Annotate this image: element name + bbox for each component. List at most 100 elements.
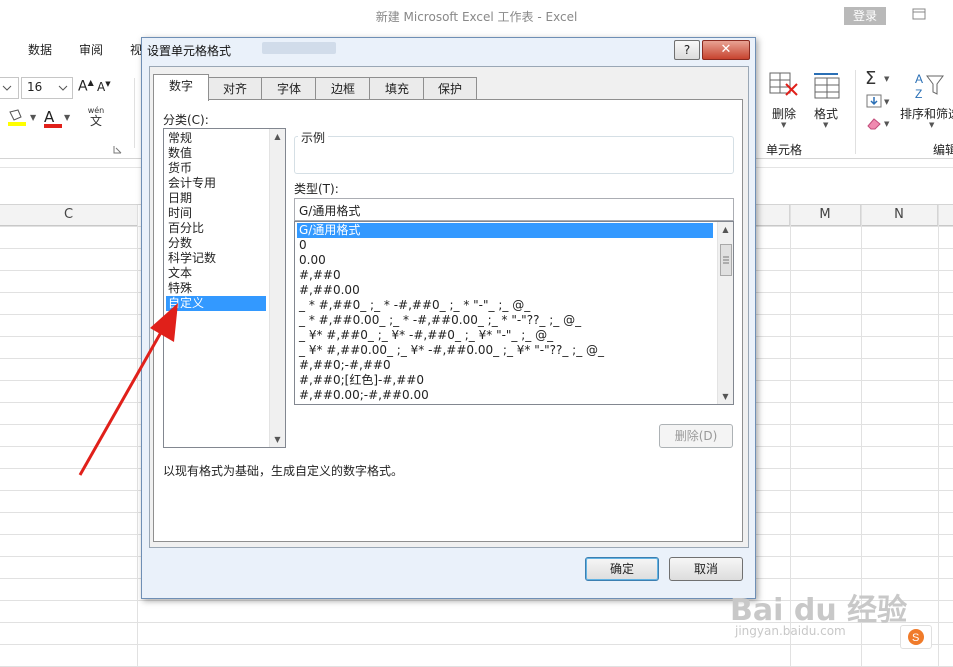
- svg-text:S: S: [912, 632, 919, 644]
- column-m-label: M: [819, 207, 831, 222]
- format-item[interactable]: G/通用格式: [297, 223, 713, 238]
- ime-icon[interactable]: S: [900, 625, 932, 649]
- category-item[interactable]: 分数: [166, 236, 266, 251]
- delete-format-button[interactable]: 删除(D): [659, 424, 733, 448]
- window-title: 新建 Microsoft Excel 工作表 - Excel: [375, 10, 578, 24]
- help-button[interactable]: ?: [674, 40, 700, 60]
- category-item[interactable]: 文本: [166, 266, 266, 281]
- category-item[interactable]: 会计专用: [166, 176, 266, 191]
- format-item[interactable]: 0.00: [297, 253, 713, 268]
- category-item[interactable]: 百分比: [166, 221, 266, 236]
- shrink-font-letter: A: [97, 80, 106, 94]
- edit-group-label: 编辑: [933, 143, 953, 157]
- sort-filter-label[interactable]: 排序和筛选: [900, 105, 953, 122]
- tab-alignment[interactable]: 对齐: [207, 77, 263, 100]
- column-header-n[interactable]: N: [861, 205, 938, 226]
- row-gridline: [0, 644, 953, 645]
- category-item[interactable]: 科学记数: [166, 251, 266, 266]
- format-list[interactable]: G/通用格式 0 0.00 #,##0 #,##0.00 _ * #,##0_ ;_ * …: [294, 221, 734, 405]
- ribbon-separator: [855, 70, 856, 154]
- font-name-dropdown[interactable]: [0, 77, 19, 99]
- tab-font[interactable]: 字体: [261, 77, 317, 100]
- format-item[interactable]: #,##0.00;-#,##0.00: [297, 388, 713, 403]
- sample-label: 示例: [298, 129, 329, 146]
- watermark-logo: Bai du 经验: [730, 593, 908, 628]
- column-header-l[interactable]: [756, 205, 790, 226]
- font-size-dropdown[interactable]: 16: [21, 77, 73, 99]
- format-scrollbar[interactable]: ▲ ▼: [717, 222, 733, 404]
- column-header-m[interactable]: M: [790, 205, 861, 226]
- category-item[interactable]: 货币: [166, 161, 266, 176]
- delete-cells-label[interactable]: 删除: [772, 105, 796, 122]
- clear-eraser-icon[interactable]: [866, 116, 882, 130]
- category-scrollbar[interactable]: ▲ ▼: [269, 129, 285, 447]
- svg-text:A: A: [915, 72, 923, 86]
- font-dialog-launcher-icon[interactable]: [113, 143, 122, 154]
- close-icon[interactable]: ✕: [702, 40, 750, 60]
- type-input[interactable]: G/通用格式: [294, 198, 734, 221]
- sort-filter-icon[interactable]: AZ: [912, 70, 946, 102]
- column-gridline: [137, 205, 138, 667]
- scroll-down-icon[interactable]: ▼: [270, 435, 285, 444]
- category-list[interactable]: 常规 数值 货币 会计专用 日期 时间 百分比 分数 科学记数 文本 特殊 自定义 ▲ ▼: [163, 128, 286, 448]
- category-item[interactable]: 日期: [166, 191, 266, 206]
- format-item[interactable]: _ * #,##0_ ;_ * -#,##0_ ;_ * "-"_ ;_ @_: [297, 298, 713, 313]
- scroll-up-icon[interactable]: ▲: [718, 225, 733, 234]
- phonetic-char: 文: [89, 114, 102, 128]
- column-gridline: [938, 205, 939, 667]
- ribbon-display-options-icon[interactable]: [912, 8, 926, 20]
- category-item[interactable]: 数值: [166, 146, 266, 161]
- format-item[interactable]: #,##0: [297, 268, 713, 283]
- tab-review[interactable]: 审阅: [79, 41, 103, 58]
- delete-cells-dropdown-icon[interactable]: ▼: [781, 121, 786, 129]
- description-text: 以现有格式为基础，生成自定义的数字格式。: [163, 464, 404, 478]
- category-item[interactable]: 常规: [166, 131, 266, 146]
- format-scroll-thumb[interactable]: [720, 244, 732, 276]
- format-item[interactable]: _ ¥* #,##0.00_ ;_ ¥* -#,##0.00_ ;_ ¥* "-…: [297, 343, 713, 358]
- scroll-up-icon[interactable]: ▲: [270, 132, 285, 141]
- fill-color-dropdown-icon[interactable]: ▼: [30, 113, 36, 122]
- cancel-button[interactable]: 取消: [669, 557, 743, 581]
- sort-filter-dropdown-icon[interactable]: ▼: [929, 121, 934, 129]
- tab-number[interactable]: 数字: [153, 74, 209, 101]
- column-header-c[interactable]: C: [0, 205, 138, 226]
- type-label: 类型(T):: [294, 182, 339, 196]
- login-button[interactable]: 登录: [844, 7, 886, 25]
- format-cells-dropdown-icon[interactable]: ▼: [823, 121, 828, 129]
- format-item[interactable]: _ * #,##0.00_ ;_ * -#,##0.00_ ;_ * "-"??…: [297, 313, 713, 328]
- format-cells-icon[interactable]: [811, 71, 843, 103]
- clear-dropdown-icon[interactable]: ▼: [884, 120, 889, 128]
- format-item[interactable]: #,##0;[红色]-#,##0: [297, 373, 713, 388]
- format-cells-label[interactable]: 格式: [814, 105, 838, 122]
- tab-protection[interactable]: 保护: [423, 77, 477, 100]
- type-input-value: G/通用格式: [299, 204, 361, 218]
- fill-down-icon[interactable]: [866, 94, 882, 108]
- phonetic-guide-icon[interactable]: wén 文: [84, 106, 108, 130]
- ok-button[interactable]: 确定: [585, 557, 659, 581]
- grow-font-button[interactable]: A▲: [78, 78, 94, 95]
- category-item[interactable]: 自定义: [166, 296, 266, 311]
- scroll-down-icon[interactable]: ▼: [718, 392, 733, 401]
- fill-down-dropdown-icon[interactable]: ▼: [884, 98, 889, 106]
- font-color-icon[interactable]: A: [44, 108, 64, 128]
- format-item[interactable]: #,##0;-#,##0: [297, 358, 713, 373]
- autosum-icon[interactable]: Σ: [865, 68, 876, 89]
- format-item[interactable]: 0: [297, 238, 713, 253]
- format-item[interactable]: _ ¥* #,##0_ ;_ ¥* -#,##0_ ;_ ¥* "-"_ ;_ …: [297, 328, 713, 343]
- tab-border[interactable]: 边框: [315, 77, 371, 100]
- sample-groupbox: [294, 136, 734, 174]
- delete-cells-icon[interactable]: [768, 71, 800, 103]
- format-item[interactable]: #,##0.00: [297, 283, 713, 298]
- svg-text:Z: Z: [915, 87, 922, 101]
- watermark-url: jingyan.baidu.com: [735, 624, 846, 638]
- tab-fill[interactable]: 填充: [369, 77, 425, 100]
- ribbon-separator: [134, 78, 135, 148]
- autosum-dropdown-icon[interactable]: ▼: [884, 75, 889, 83]
- fill-color-icon[interactable]: [6, 108, 26, 126]
- category-item[interactable]: 特殊: [166, 281, 266, 296]
- font-color-dropdown-icon[interactable]: ▼: [64, 113, 70, 122]
- column-header-o[interactable]: [938, 205, 953, 226]
- shrink-font-button[interactable]: A▼: [97, 80, 111, 94]
- tab-data[interactable]: 数据: [28, 41, 52, 58]
- category-item[interactable]: 时间: [166, 206, 266, 221]
